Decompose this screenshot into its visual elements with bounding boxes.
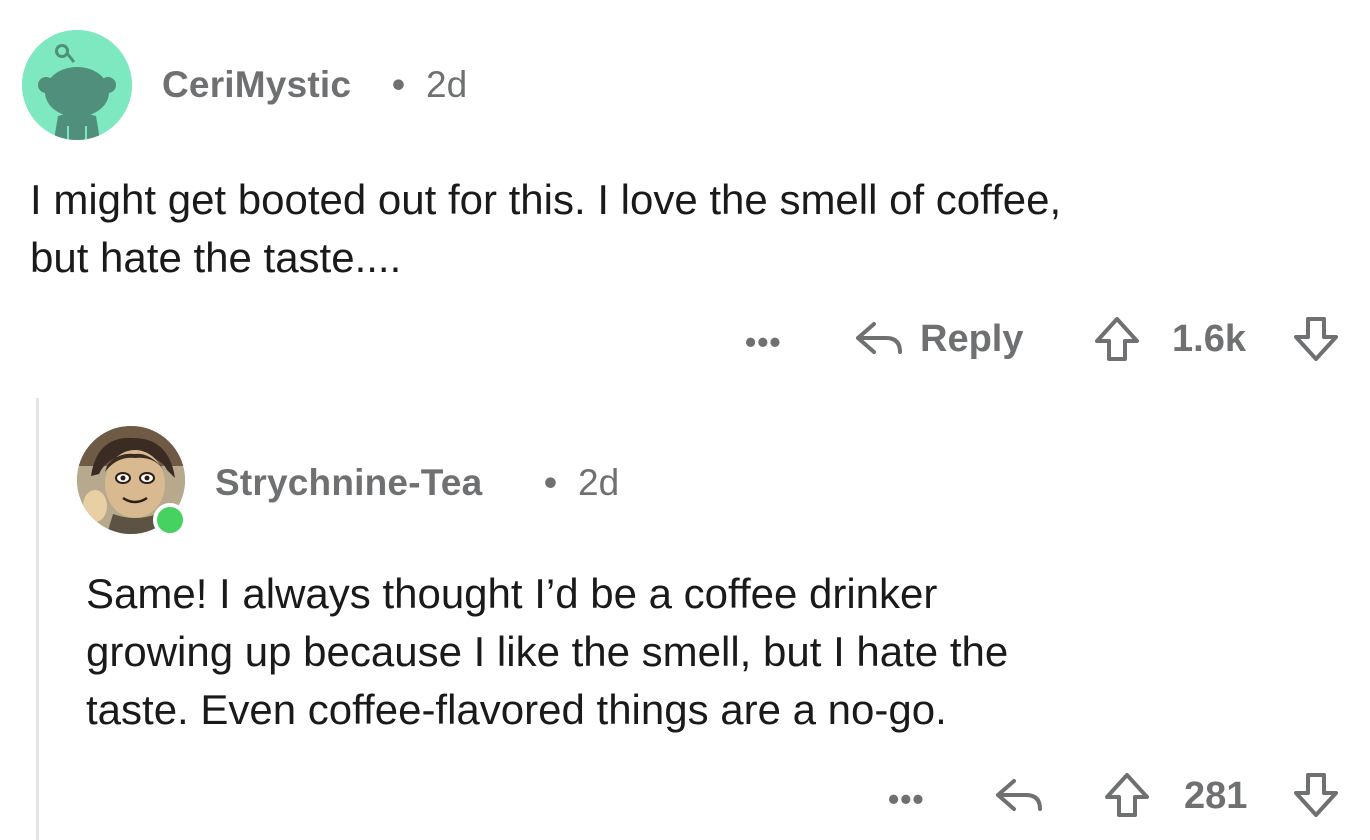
comment-body-line: taste. Even coffee-flavored things are a… (86, 686, 947, 733)
snoo-avatar-icon (22, 30, 132, 140)
vote-score: 281 (1184, 775, 1248, 817)
more-options-button[interactable]: ••• (745, 326, 782, 358)
comment-thread: CeriMystic • 2d I might get booted out f… (0, 0, 1370, 840)
comment-body: I might get booted out for this. I love … (30, 171, 1061, 287)
reply-button[interactable]: Reply (920, 318, 1023, 361)
downvote-arrow-icon[interactable] (1291, 314, 1341, 364)
upvote-arrow-icon[interactable] (1102, 770, 1152, 820)
downvote-arrow-icon[interactable] (1291, 770, 1341, 820)
username[interactable]: Strychnine-Tea (215, 462, 482, 504)
meta-separator: • (544, 462, 557, 503)
comment-age: 2d (426, 64, 468, 105)
comment-body-line: Same! I always thought I’d be a coffee d… (86, 570, 938, 617)
online-status-indicator (153, 503, 187, 537)
thread-collapse-line[interactable] (36, 398, 39, 840)
meta-separator: • (392, 64, 405, 105)
reply-arrow-icon[interactable] (992, 773, 1048, 817)
comment-age: 2d (578, 462, 620, 503)
comment-body: Same! I always thought I’d be a coffee d… (86, 565, 1008, 739)
avatar[interactable] (22, 30, 132, 140)
reply-arrow-icon[interactable] (852, 316, 908, 360)
username[interactable]: CeriMystic (162, 64, 351, 106)
more-options-button[interactable]: ••• (888, 783, 925, 815)
comment-body-line: but hate the taste.... (30, 234, 402, 281)
upvote-arrow-icon[interactable] (1092, 314, 1142, 364)
vote-score: 1.6k (1172, 318, 1246, 360)
comment-body-line: I might get booted out for this. I love … (30, 176, 1062, 223)
comment-body-line: growing up because I like the smell, but… (86, 628, 1009, 675)
